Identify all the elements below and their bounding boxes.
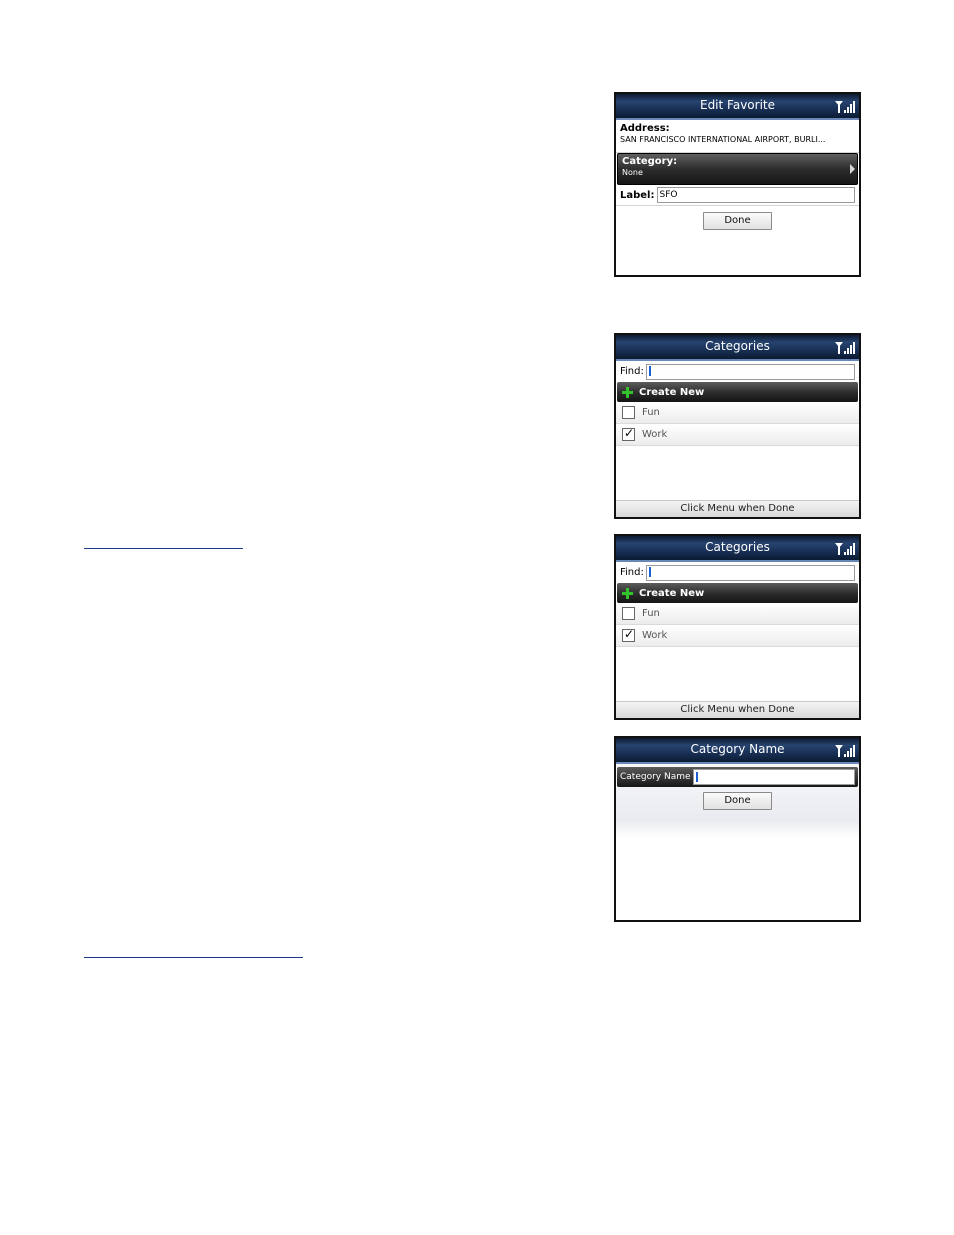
screen-title: Edit Favorite <box>699 98 775 112</box>
create-new-label: Create New <box>639 386 705 398</box>
checkbox[interactable] <box>622 426 635 441</box>
category-item-label: Fun <box>642 608 660 619</box>
screen-title: Category Name <box>690 742 785 756</box>
categories-screen: Categories Find: Create New Fun Work Cli… <box>614 333 861 519</box>
document-link-2[interactable] <box>84 957 303 958</box>
category-name-label: Category Name <box>620 772 691 782</box>
signal-icon <box>835 745 855 757</box>
categories-screen: Categories Find: Create New Fun Work Cli… <box>614 534 861 720</box>
find-label: Find: <box>620 366 644 377</box>
address-value: SAN FRANCISCO INTERNATIONAL AIRPORT, BUR… <box>620 135 826 144</box>
label-row: Label: SFO <box>616 185 859 206</box>
chevron-right-icon <box>850 164 855 174</box>
label-label: Label: <box>620 189 655 201</box>
create-new-label: Create New <box>639 587 705 599</box>
checkbox[interactable] <box>622 627 635 642</box>
category-item-work[interactable]: Work <box>616 625 859 647</box>
done-button[interactable]: Done <box>703 212 772 230</box>
category-item-fun[interactable]: Fun <box>616 402 859 424</box>
find-row: Find: <box>616 361 859 382</box>
signal-icon <box>835 543 855 555</box>
category-item-label: Fun <box>642 407 660 418</box>
done-button[interactable]: Done <box>703 792 772 810</box>
create-new-item[interactable]: Create New <box>617 583 858 603</box>
category-value: None <box>622 168 643 177</box>
address-row[interactable]: Address: SAN FRANCISCO INTERNATIONAL AIR… <box>616 120 859 153</box>
footer-hint: Click Menu when Done <box>616 701 859 718</box>
category-item-work[interactable]: Work <box>616 424 859 446</box>
checkbox[interactable] <box>622 406 635 419</box>
find-input[interactable] <box>645 564 855 581</box>
category-name-screen: Category Name Category Name Done <box>614 736 861 922</box>
plus-icon <box>622 386 633 398</box>
signal-icon <box>835 342 855 354</box>
screen-title: Categories <box>705 540 770 554</box>
signal-icon <box>835 101 855 113</box>
find-input[interactable] <box>645 363 855 380</box>
title-bar: Categories <box>616 335 859 361</box>
text-cursor <box>695 771 698 782</box>
text-cursor <box>648 567 651 577</box>
title-bar: Categories <box>616 536 859 562</box>
title-bar: Category Name <box>616 738 859 764</box>
category-item-label: Work <box>642 429 668 440</box>
create-new-item[interactable]: Create New <box>617 382 858 402</box>
footer-hint: Click Menu when Done <box>616 500 859 517</box>
address-label: Address: <box>620 123 670 134</box>
category-name-row: Category Name <box>617 767 858 787</box>
category-label: Category: <box>622 156 678 167</box>
checkbox[interactable] <box>622 607 635 620</box>
document-link-1[interactable] <box>84 548 243 549</box>
category-item-label: Work <box>642 630 668 641</box>
category-name-input[interactable] <box>692 769 855 785</box>
edit-favorite-screen: Edit Favorite Address: SAN FRANCISCO INT… <box>614 92 861 277</box>
find-label: Find: <box>620 567 644 578</box>
title-bar: Edit Favorite <box>616 94 859 120</box>
category-item-fun[interactable]: Fun <box>616 603 859 625</box>
label-field[interactable]: SFO <box>656 187 855 203</box>
find-row: Find: <box>616 562 859 583</box>
category-row[interactable]: Category: None <box>617 153 858 185</box>
text-cursor <box>648 366 651 376</box>
plus-icon <box>622 587 633 599</box>
screen-title: Categories <box>705 339 770 353</box>
